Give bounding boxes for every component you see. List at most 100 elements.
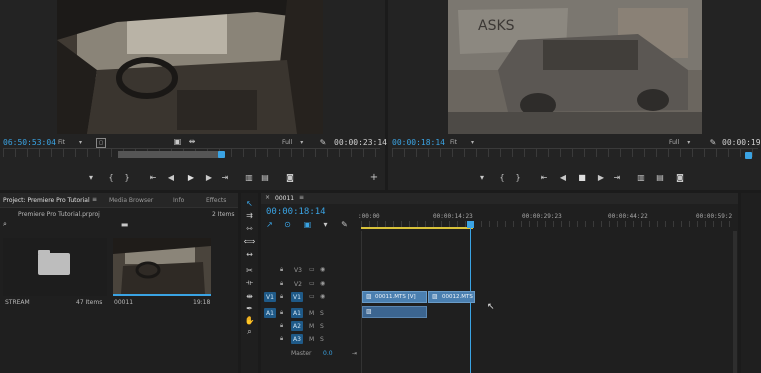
film-icon[interactable]: ▭ [309,280,315,287]
program-playhead[interactable] [745,152,752,159]
track-target-a2[interactable]: A2 [291,321,303,331]
rolling-edit-tool-icon[interactable]: ⟺ [244,236,255,246]
solo-button[interactable]: S [320,323,324,330]
master-track-header[interactable]: Master 0.0 ⇥ [262,348,360,359]
stop-icon[interactable]: ■ [577,172,587,182]
work-area-bar[interactable] [361,227,473,229]
go-to-out-icon[interactable]: ⇥ [612,172,622,182]
wrench-icon[interactable]: ✎ [340,220,349,229]
zoom-tool-icon[interactable]: ⌕ [244,327,255,337]
film-icon[interactable]: ▭ [309,266,315,273]
add-marker-icon[interactable]: ▾ [86,172,96,182]
sequence-nest-icon[interactable]: ▣ [303,220,312,229]
wrench-settings-icon-small[interactable]: ▢ [96,138,106,148]
timeline-close-icon[interactable]: × [265,194,270,201]
mute-button[interactable]: M [309,323,314,330]
go-to-end-icon[interactable]: ⇥ [352,350,357,357]
bin-thumbnail[interactable] [3,238,107,296]
go-to-out-icon[interactable]: ⇥ [220,172,230,182]
tab-media-browser[interactable]: Media Browser [109,197,153,204]
add-marker-icon[interactable]: ▾ [477,172,487,182]
wrench-icon[interactable]: ✎ [318,137,328,147]
snap-icon[interactable]: ↗ [265,220,274,229]
slide-tool-icon[interactable]: ⇼ [244,291,255,301]
solo-button[interactable]: S [320,336,324,343]
mark-out-icon[interactable]: } [122,172,132,182]
lock-icon[interactable]: 🔒︎ [280,280,283,288]
track-target-a1[interactable]: A1 [291,308,303,318]
clip-video-00011[interactable]: ▨ 00011.MTS [V] [362,291,427,303]
drag-video-icon[interactable]: ⇹ [186,137,198,146]
lift-icon[interactable]: ▥ [636,172,646,182]
extract-icon[interactable]: ▤ [655,172,665,182]
master-volume[interactable]: 0.0 [323,350,333,357]
program-timecode[interactable]: 00:00:18:14 [392,138,445,147]
tab-menu-icon[interactable]: ≡ [92,196,97,203]
source-quality-dropdown[interactable]: Full ▾ [282,139,303,146]
export-frame-icon[interactable]: ▣ [173,137,182,146]
track-target-a3[interactable]: A3 [291,334,303,344]
eye-icon[interactable]: ◉ [320,266,325,273]
linked-selection-icon[interactable]: ⊙ [283,220,292,229]
tab-info[interactable]: Info [173,197,184,204]
camera-icon[interactable]: ◙ [285,172,295,182]
new-bin-icon[interactable]: ▬ [120,220,129,229]
lock-icon[interactable]: 🔒︎ [280,322,283,330]
program-fit-dropdown[interactable]: Fit ▾ [450,139,474,146]
track-header-v3[interactable]: 🔒︎ V3 ▭ ◉ [262,265,360,276]
wrench-icon[interactable]: ✎ [708,137,718,147]
source-playhead[interactable] [218,151,225,158]
lock-icon[interactable]: 🔒︎ [280,293,283,301]
source-patch-a1[interactable]: A1 [264,308,276,318]
step-back-icon[interactable]: ◀ [558,172,568,182]
insert-icon[interactable]: ▥ [244,172,254,182]
track-header-v2[interactable]: 🔒︎ V2 ▭ ◉ [262,279,360,290]
tab-sequence[interactable]: 00011 [275,195,294,202]
track-target-v1[interactable]: V1 [291,292,303,302]
mark-in-icon[interactable]: { [497,172,507,182]
timeline-scrollbar[interactable] [733,231,737,373]
source-patch-v1[interactable]: V1 [264,292,276,302]
selection-tool-icon[interactable]: ↖ [244,198,255,208]
mute-button[interactable]: M [309,310,314,317]
mark-out-icon[interactable]: } [513,172,523,182]
program-quality-dropdown[interactable]: Full ▾ [669,139,690,146]
lock-icon[interactable]: 🔒︎ [280,309,283,317]
tab-effects[interactable]: Effects [206,197,226,204]
lock-icon[interactable]: 🔒︎ [280,335,283,343]
step-forward-icon[interactable]: ▶ [204,172,214,182]
slip-tool-icon[interactable]: ⟛ [244,278,255,288]
camera-icon[interactable]: ◙ [675,172,685,182]
razor-tool-icon[interactable]: ✂ [244,265,255,275]
rate-stretch-tool-icon[interactable]: ↔ [244,249,255,259]
track-select-tool-icon[interactable]: ⇉ [244,210,255,220]
eye-icon[interactable]: ◉ [320,293,325,300]
source-in-out-range[interactable] [118,151,222,158]
ripple-edit-tool-icon[interactable]: ⇿ [244,223,255,233]
play-icon[interactable]: ▶ [186,172,196,182]
tab-menu-icon[interactable]: ≡ [299,194,304,201]
add-button-icon[interactable]: + [369,172,379,183]
go-to-in-icon[interactable]: ⇤ [539,172,549,182]
hand-tool-icon[interactable]: ✋ [244,315,255,325]
go-to-in-icon[interactable]: ⇤ [148,172,158,182]
tab-project[interactable]: Project: Premiere Pro Tutorial [3,197,90,204]
step-forward-icon[interactable]: ▶ [596,172,606,182]
track-header-a3[interactable]: 🔒︎ A3 M S [262,334,360,345]
clip-audio-00011[interactable]: ▨ [362,306,427,318]
film-icon[interactable]: ▭ [309,293,315,300]
search-icon[interactable]: ⌕ [1,220,9,228]
add-marker-icon[interactable]: ▾ [321,220,330,229]
lock-icon[interactable]: 🔒︎ [280,266,283,274]
overwrite-icon[interactable]: ▤ [260,172,270,182]
timeline-timecode[interactable]: 00:00:18:14 [266,207,326,217]
track-header-v1[interactable]: V1 🔒︎ V1 ▭ ◉ [262,292,360,303]
program-time-ruler[interactable] [392,148,758,157]
eye-icon[interactable]: ◉ [320,280,325,287]
sequence-thumbnail[interactable] [113,238,211,296]
timeline-playhead-head[interactable] [467,221,474,228]
track-header-a1[interactable]: A1 🔒︎ A1 M S [262,308,360,319]
source-fit-dropdown[interactable]: Fit ▾ [58,139,82,146]
solo-button[interactable]: S [320,310,324,317]
step-back-icon[interactable]: ◀ [166,172,176,182]
